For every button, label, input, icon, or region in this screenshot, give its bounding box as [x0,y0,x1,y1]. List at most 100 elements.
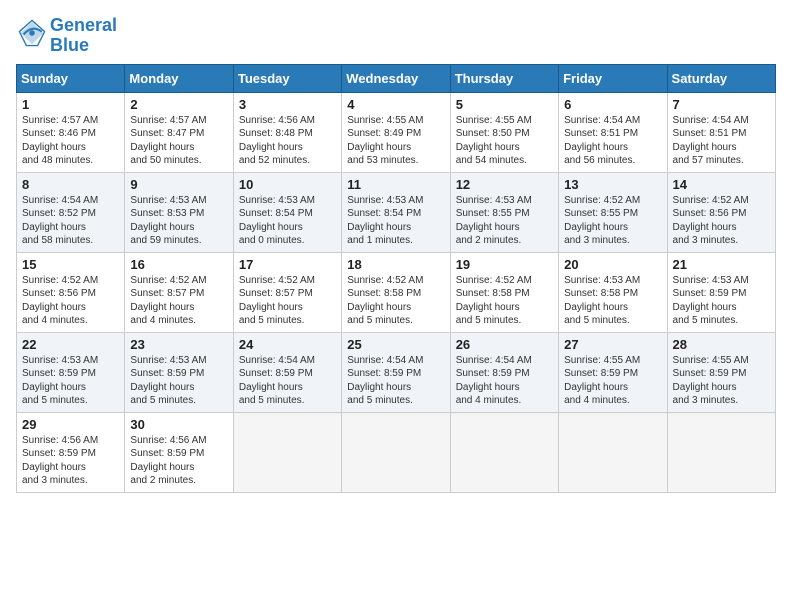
calendar-day: 7 Sunrise: 4:54 AM Sunset: 8:51 PM Dayli… [667,92,775,172]
day-number: 16 [130,257,227,272]
calendar-day: 20 Sunrise: 4:53 AM Sunset: 8:58 PM Dayl… [559,252,667,332]
day-info: Sunrise: 4:52 AM Sunset: 8:56 PM Dayligh… [673,194,770,248]
column-header-monday: Monday [125,64,233,92]
page-header: General Blue [16,16,776,56]
calendar-day: 13 Sunrise: 4:52 AM Sunset: 8:55 PM Dayl… [559,172,667,252]
calendar-day: 3 Sunrise: 4:56 AM Sunset: 8:48 PM Dayli… [233,92,341,172]
day-info: Sunrise: 4:55 AM Sunset: 8:49 PM Dayligh… [347,114,444,168]
calendar-week-3: 15 Sunrise: 4:52 AM Sunset: 8:56 PM Dayl… [17,252,776,332]
day-info: Sunrise: 4:52 AM Sunset: 8:58 PM Dayligh… [347,274,444,328]
day-info: Sunrise: 4:55 AM Sunset: 8:59 PM Dayligh… [564,354,661,408]
calendar-header-row: SundayMondayTuesdayWednesdayThursdayFrid… [17,64,776,92]
day-number: 14 [673,177,770,192]
day-info: Sunrise: 4:56 AM Sunset: 8:59 PM Dayligh… [22,434,119,488]
calendar-day: 17 Sunrise: 4:52 AM Sunset: 8:57 PM Dayl… [233,252,341,332]
day-number: 17 [239,257,336,272]
calendar-week-4: 22 Sunrise: 4:53 AM Sunset: 8:59 PM Dayl… [17,332,776,412]
day-number: 23 [130,337,227,352]
day-info: Sunrise: 4:53 AM Sunset: 8:54 PM Dayligh… [347,194,444,248]
calendar-day: 27 Sunrise: 4:55 AM Sunset: 8:59 PM Dayl… [559,332,667,412]
calendar-day: 12 Sunrise: 4:53 AM Sunset: 8:55 PM Dayl… [450,172,558,252]
day-info: Sunrise: 4:53 AM Sunset: 8:59 PM Dayligh… [130,354,227,408]
day-info: Sunrise: 4:56 AM Sunset: 8:59 PM Dayligh… [130,434,227,488]
day-number: 11 [347,177,444,192]
day-number: 25 [347,337,444,352]
column-header-friday: Friday [559,64,667,92]
day-info: Sunrise: 4:54 AM Sunset: 8:59 PM Dayligh… [456,354,553,408]
column-header-tuesday: Tuesday [233,64,341,92]
day-number: 6 [564,97,661,112]
calendar-day: 8 Sunrise: 4:54 AM Sunset: 8:52 PM Dayli… [17,172,125,252]
day-info: Sunrise: 4:53 AM Sunset: 8:59 PM Dayligh… [673,274,770,328]
day-number: 1 [22,97,119,112]
calendar-table: SundayMondayTuesdayWednesdayThursdayFrid… [16,64,776,493]
calendar-day: 22 Sunrise: 4:53 AM Sunset: 8:59 PM Dayl… [17,332,125,412]
calendar-day: 9 Sunrise: 4:53 AM Sunset: 8:53 PM Dayli… [125,172,233,252]
day-info: Sunrise: 4:52 AM Sunset: 8:57 PM Dayligh… [130,274,227,328]
day-info: Sunrise: 4:55 AM Sunset: 8:50 PM Dayligh… [456,114,553,168]
day-number: 21 [673,257,770,272]
day-info: Sunrise: 4:53 AM Sunset: 8:55 PM Dayligh… [456,194,553,248]
day-info: Sunrise: 4:54 AM Sunset: 8:59 PM Dayligh… [239,354,336,408]
day-number: 15 [22,257,119,272]
calendar-day: 6 Sunrise: 4:54 AM Sunset: 8:51 PM Dayli… [559,92,667,172]
day-number: 10 [239,177,336,192]
calendar-day: 1 Sunrise: 4:57 AM Sunset: 8:46 PM Dayli… [17,92,125,172]
day-number: 29 [22,417,119,432]
logo-icon [18,19,46,47]
calendar-day: 26 Sunrise: 4:54 AM Sunset: 8:59 PM Dayl… [450,332,558,412]
calendar-day: 23 Sunrise: 4:53 AM Sunset: 8:59 PM Dayl… [125,332,233,412]
calendar-day: 25 Sunrise: 4:54 AM Sunset: 8:59 PM Dayl… [342,332,450,412]
day-info: Sunrise: 4:52 AM Sunset: 8:55 PM Dayligh… [564,194,661,248]
day-info: Sunrise: 4:52 AM Sunset: 8:57 PM Dayligh… [239,274,336,328]
day-info: Sunrise: 4:53 AM Sunset: 8:54 PM Dayligh… [239,194,336,248]
calendar-day: 18 Sunrise: 4:52 AM Sunset: 8:58 PM Dayl… [342,252,450,332]
calendar-day: 29 Sunrise: 4:56 AM Sunset: 8:59 PM Dayl… [17,412,125,492]
day-info: Sunrise: 4:53 AM Sunset: 8:59 PM Dayligh… [22,354,119,408]
calendar-week-1: 1 Sunrise: 4:57 AM Sunset: 8:46 PM Dayli… [17,92,776,172]
column-header-wednesday: Wednesday [342,64,450,92]
day-info: Sunrise: 4:53 AM Sunset: 8:58 PM Dayligh… [564,274,661,328]
day-number: 7 [673,97,770,112]
calendar-day: 2 Sunrise: 4:57 AM Sunset: 8:47 PM Dayli… [125,92,233,172]
day-number: 22 [22,337,119,352]
calendar-day: 30 Sunrise: 4:56 AM Sunset: 8:59 PM Dayl… [125,412,233,492]
calendar-day: 16 Sunrise: 4:52 AM Sunset: 8:57 PM Dayl… [125,252,233,332]
day-number: 27 [564,337,661,352]
day-number: 30 [130,417,227,432]
logo: General Blue [16,16,117,56]
calendar-day [450,412,558,492]
calendar-week-2: 8 Sunrise: 4:54 AM Sunset: 8:52 PM Dayli… [17,172,776,252]
calendar-day: 28 Sunrise: 4:55 AM Sunset: 8:59 PM Dayl… [667,332,775,412]
calendar-week-5: 29 Sunrise: 4:56 AM Sunset: 8:59 PM Dayl… [17,412,776,492]
logo-text: General Blue [50,16,117,56]
day-info: Sunrise: 4:52 AM Sunset: 8:58 PM Dayligh… [456,274,553,328]
calendar-day [342,412,450,492]
day-info: Sunrise: 4:54 AM Sunset: 8:51 PM Dayligh… [673,114,770,168]
calendar-day: 19 Sunrise: 4:52 AM Sunset: 8:58 PM Dayl… [450,252,558,332]
day-number: 9 [130,177,227,192]
day-info: Sunrise: 4:54 AM Sunset: 8:59 PM Dayligh… [347,354,444,408]
calendar-day: 21 Sunrise: 4:53 AM Sunset: 8:59 PM Dayl… [667,252,775,332]
calendar-day: 10 Sunrise: 4:53 AM Sunset: 8:54 PM Dayl… [233,172,341,252]
day-number: 2 [130,97,227,112]
day-number: 3 [239,97,336,112]
day-info: Sunrise: 4:56 AM Sunset: 8:48 PM Dayligh… [239,114,336,168]
day-number: 5 [456,97,553,112]
column-header-sunday: Sunday [17,64,125,92]
day-number: 19 [456,257,553,272]
day-number: 13 [564,177,661,192]
day-info: Sunrise: 4:57 AM Sunset: 8:47 PM Dayligh… [130,114,227,168]
day-number: 12 [456,177,553,192]
calendar-day: 11 Sunrise: 4:53 AM Sunset: 8:54 PM Dayl… [342,172,450,252]
column-header-saturday: Saturday [667,64,775,92]
calendar-day: 24 Sunrise: 4:54 AM Sunset: 8:59 PM Dayl… [233,332,341,412]
day-info: Sunrise: 4:53 AM Sunset: 8:53 PM Dayligh… [130,194,227,248]
column-header-thursday: Thursday [450,64,558,92]
day-number: 18 [347,257,444,272]
calendar-day [233,412,341,492]
day-info: Sunrise: 4:52 AM Sunset: 8:56 PM Dayligh… [22,274,119,328]
calendar-day [559,412,667,492]
day-info: Sunrise: 4:54 AM Sunset: 8:51 PM Dayligh… [564,114,661,168]
day-info: Sunrise: 4:57 AM Sunset: 8:46 PM Dayligh… [22,114,119,168]
